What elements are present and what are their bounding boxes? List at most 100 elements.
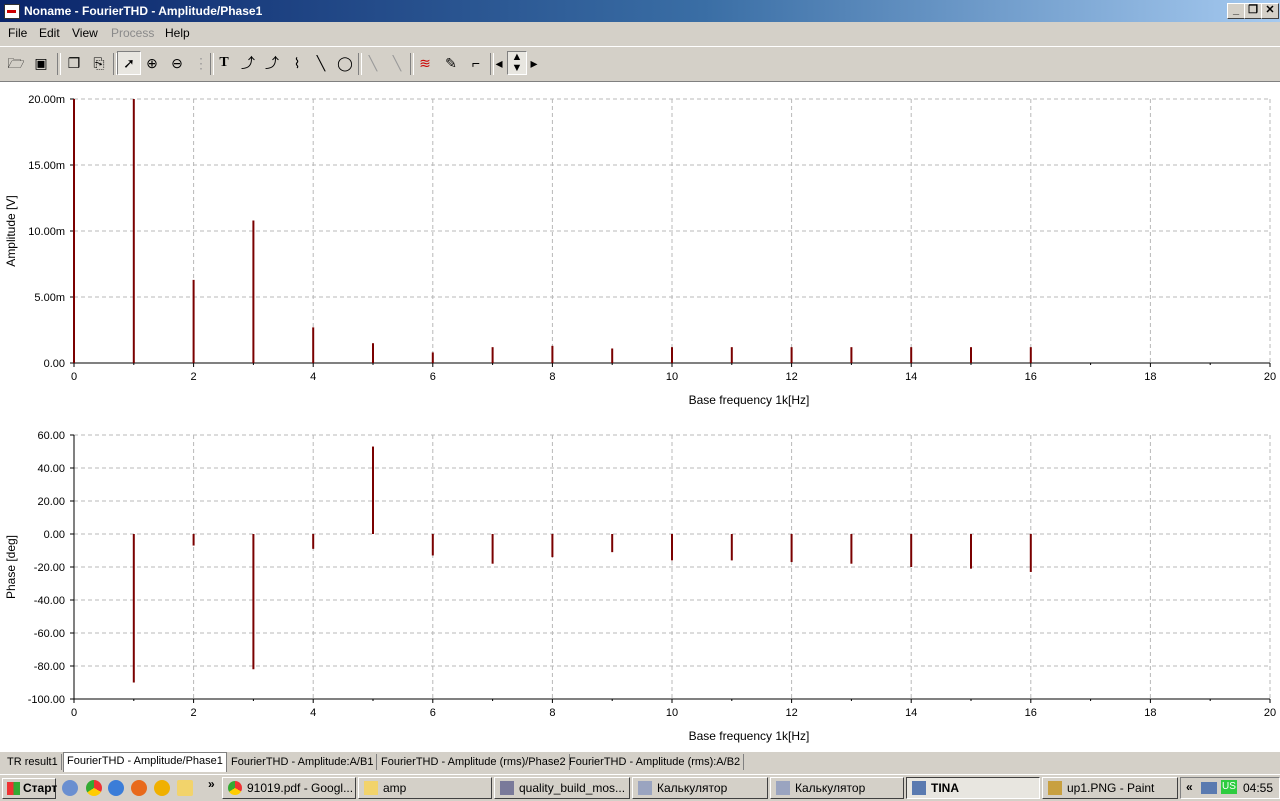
- start-label: Старт: [23, 781, 58, 795]
- x-tick-label: 8: [549, 707, 555, 719]
- axis-label-icon[interactable]: ⌇: [286, 52, 308, 74]
- circle-tool-icon[interactable]: ◯: [334, 52, 356, 74]
- menu-view[interactable]: View: [72, 26, 98, 40]
- x-tick-label: 12: [785, 707, 797, 719]
- language-indicator[interactable]: US: [1221, 780, 1237, 794]
- x-tick-label: 10: [666, 371, 678, 383]
- chrome-icon[interactable]: [86, 780, 102, 796]
- x-tick-label: 18: [1144, 707, 1156, 719]
- chrome-icon: [228, 781, 242, 795]
- calculator-icon: [776, 781, 790, 795]
- open-icon[interactable]: 🗁: [5, 52, 27, 74]
- grid-icon[interactable]: ⋮: [190, 52, 212, 74]
- task-pdf[interactable]: 91019.pdf - Googl...: [222, 777, 356, 799]
- restore-button[interactable]: ❐: [1244, 3, 1262, 19]
- paste-icon[interactable]: ⎘: [88, 52, 110, 74]
- window-title: Noname - FourierTHD - Amplitude/Phase1: [24, 4, 263, 18]
- save-icon[interactable]: ▣: [30, 52, 52, 74]
- firefox-icon[interactable]: [131, 780, 147, 796]
- corner-icon[interactable]: ⌐: [465, 52, 487, 74]
- calculator-icon: [638, 781, 652, 795]
- arrow-left-icon[interactable]: ◂: [492, 52, 506, 74]
- task-calculator-1[interactable]: Калькулятор: [632, 777, 768, 799]
- arrow-right-icon[interactable]: ▸: [527, 52, 541, 74]
- plot-area: 0 2 4 6 8 10 12 14 16 18 20 0.00 5.00m 10.00m 15.00m 20…: [0, 82, 1280, 752]
- task-tina[interactable]: TINA: [906, 777, 1040, 799]
- y-tick-label: -100.00: [28, 694, 65, 706]
- menu-edit[interactable]: Edit: [39, 26, 60, 40]
- app-icon: [4, 4, 20, 19]
- task-label: amp: [383, 781, 407, 795]
- marker-2-icon[interactable]: ⤴: [261, 52, 283, 74]
- y-tick-label: 0.00: [44, 529, 65, 541]
- desktop-icon[interactable]: [62, 780, 78, 796]
- task-label: quality_build_mos...: [519, 781, 626, 795]
- line-tool-icon[interactable]: ╲: [310, 52, 332, 74]
- x-tick-label: 6: [430, 371, 436, 383]
- x-axis-label: Base frequency 1k[Hz]: [689, 729, 810, 743]
- tray-chevron[interactable]: «: [1186, 780, 1193, 794]
- x-tick-label: 2: [191, 707, 197, 719]
- toolbar: 🗁 ▣ ❐ ⎘ ➚ ⊕ ⊖ ⋮ T ⤴ ⤴ ⌇ ╲ ◯ ╲ ╲ ≋ ✎ ⌐ ◂ …: [0, 46, 1280, 82]
- y-tick-label: 0.00: [44, 358, 65, 370]
- x-tick-label: 0: [71, 707, 77, 719]
- tab-amplitude-rms-ab2[interactable]: FourierTHD - Amplitude (rms):A/B2: [566, 754, 745, 770]
- menu-file[interactable]: File: [8, 26, 27, 40]
- arrow-up-down-icon[interactable]: ▲ ▼: [507, 51, 527, 75]
- task-label: Калькулятор: [657, 781, 728, 795]
- x-tick-label: 16: [1025, 371, 1037, 383]
- x-tick-label: 14: [905, 707, 917, 719]
- add-curve-icon[interactable]: ≋: [414, 52, 436, 74]
- menu-process[interactable]: Process: [111, 26, 154, 40]
- task-quality-build[interactable]: quality_build_mos...: [494, 777, 630, 799]
- tab-bar: TR result1 FourierTHD - Amplitude/Phase1…: [0, 752, 1280, 773]
- y-tick-label: 10.00m: [28, 226, 65, 238]
- clock: 04:55: [1243, 781, 1274, 795]
- task-calculator-2[interactable]: Калькулятор: [770, 777, 904, 799]
- folder-icon: [364, 781, 378, 795]
- diag-line-2-icon[interactable]: ╲: [386, 52, 408, 74]
- zoom-in-icon[interactable]: ⊕: [141, 52, 163, 74]
- media-player-icon[interactable]: [154, 780, 170, 796]
- tab-amplitude-ab1[interactable]: FourierTHD - Amplitude:A/B1: [228, 754, 378, 770]
- tab-amplitude-phase1[interactable]: FourierTHD - Amplitude/Phase1: [63, 752, 227, 772]
- copy-icon[interactable]: ❐: [63, 52, 85, 74]
- y-axis-label: Phase [deg]: [4, 535, 18, 599]
- pointer-icon[interactable]: ➚: [117, 51, 141, 75]
- fourier-charts: 0 2 4 6 8 10 12 14 16 18 200.005.00m10.00m15.00m20…: [4, 94, 1276, 743]
- start-button[interactable]: Старт: [2, 778, 58, 799]
- tina-icon: [912, 781, 926, 795]
- x-tick-label: 0: [71, 371, 77, 383]
- menu-bar: File Edit View Process Help: [0, 22, 1280, 43]
- x-tick-label: 6: [430, 707, 436, 719]
- toolbar-separator: [57, 53, 61, 75]
- y-tick-label: -60.00: [34, 628, 65, 640]
- title-bar: Noname - FourierTHD - Amplitude/Phase1 _…: [0, 0, 1280, 22]
- y-tick-label: 60.00: [37, 430, 65, 442]
- browser-icon[interactable]: [108, 780, 124, 796]
- y-axis-label: Amplitude [V]: [4, 195, 18, 266]
- x-tick-label: 20: [1264, 371, 1276, 383]
- minimize-button[interactable]: _: [1227, 3, 1245, 19]
- task-paint[interactable]: up1.PNG - Paint: [1042, 777, 1178, 799]
- text-tool-icon[interactable]: T: [213, 52, 235, 74]
- y-tick-label: 5.00m: [34, 292, 65, 304]
- network-icon[interactable]: [1201, 782, 1217, 794]
- marker-icon[interactable]: ⤴: [237, 52, 259, 74]
- x-tick-label: 10: [666, 707, 678, 719]
- diag-line-icon[interactable]: ╲: [362, 52, 384, 74]
- task-label: 91019.pdf - Googl...: [247, 781, 354, 795]
- pick-color-icon[interactable]: ✎: [440, 52, 462, 74]
- menu-help[interactable]: Help: [165, 26, 190, 40]
- x-tick-label: 12: [785, 371, 797, 383]
- folder-icon[interactable]: [177, 780, 193, 796]
- zoom-100-icon[interactable]: ⊖: [166, 52, 188, 74]
- task-label: up1.PNG - Paint: [1067, 781, 1155, 795]
- quicklaunch-chevron[interactable]: »: [208, 777, 215, 791]
- x-tick-label: 16: [1025, 707, 1037, 719]
- tab-amplitude-rms-phase2[interactable]: FourierTHD - Amplitude (rms)/Phase2: [378, 754, 570, 770]
- task-amp[interactable]: amp: [358, 777, 492, 799]
- close-button[interactable]: ✕: [1261, 3, 1279, 19]
- x-tick-label: 4: [310, 371, 316, 383]
- tab-tr-result1[interactable]: TR result1: [4, 754, 62, 770]
